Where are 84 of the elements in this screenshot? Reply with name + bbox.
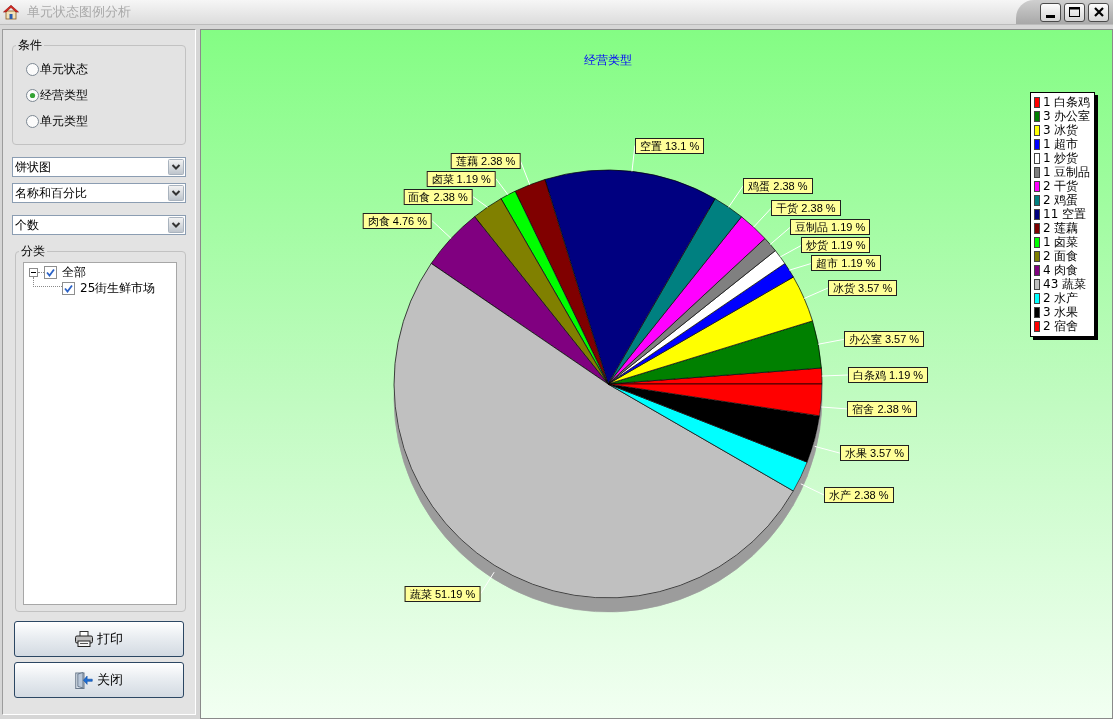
chevron-down-icon[interactable] (168, 159, 184, 175)
radio-option[interactable]: 单元状态 (26, 59, 88, 79)
data-label: 面食 2.38 % (403, 188, 473, 205)
maximize-icon (1069, 7, 1080, 17)
leader-line (779, 245, 802, 258)
print-button[interactable]: 打印 (14, 621, 184, 657)
legend-label: 2 面食 (1043, 249, 1079, 263)
leader-line (631, 145, 636, 172)
collapse-icon[interactable] (29, 267, 38, 277)
legend-label: 2 水产 (1043, 291, 1079, 305)
data-label: 白条鸡 1.19 % (847, 367, 929, 383)
leader-line (769, 227, 791, 245)
leader-line (814, 445, 841, 454)
leader-line (803, 287, 829, 299)
data-label: 办公室 3.57 % (843, 331, 925, 348)
radio-icon[interactable] (26, 88, 39, 102)
legend-label: 1 卤菜 (1043, 235, 1079, 249)
data-label: 卤菜 1.19 % (426, 170, 496, 187)
radio-icon[interactable] (26, 62, 39, 76)
data-label: 空置 13.1 % (634, 137, 705, 154)
data-label: 豆制品 1.19 % (789, 219, 871, 236)
leader-line (817, 338, 845, 345)
data-label: 莲藕 2.38 % (451, 152, 521, 169)
checkbox[interactable] (44, 265, 57, 279)
legend-label: 3 水果 (1043, 305, 1079, 319)
leader-line (788, 263, 812, 271)
close-icon (1093, 7, 1104, 17)
legend-label: 1 豆制品 (1043, 165, 1091, 179)
window-close-button[interactable] (1088, 2, 1109, 22)
close-button[interactable]: 关闭 (14, 662, 184, 698)
minimize-button[interactable] (1040, 2, 1061, 22)
radio-option[interactable]: 单元类型 (26, 111, 88, 131)
window-title: 单元状态图例分析 (27, 3, 131, 21)
legend-label: 11 空置 (1043, 207, 1087, 221)
maximize-button[interactable] (1064, 2, 1085, 22)
legend-label: 2 干货 (1043, 179, 1079, 193)
leader-line (495, 178, 509, 196)
data-label: 超市 1.19 % (811, 255, 881, 272)
legend-label: 4 肉食 (1043, 263, 1079, 277)
radio-option[interactable]: 经营类型 (26, 85, 88, 105)
data-label: 冰货 3.57 % (828, 280, 898, 297)
dropdown[interactable]: 名称和百分比 (12, 183, 186, 203)
checkbox[interactable] (62, 281, 75, 295)
legend-label: 3 冰货 (1043, 123, 1079, 137)
leader-line (753, 207, 772, 228)
tree-label[interactable]: 全部 (62, 263, 86, 281)
data-label: 肉食 4.76 % (362, 212, 433, 229)
legend-label: 1 炒货 (1043, 151, 1079, 165)
leader-line (800, 483, 825, 496)
printer-icon (75, 631, 93, 647)
data-label: 干货 2.38 % (771, 200, 841, 217)
leader-line (820, 406, 848, 410)
legend-label: 2 宿舍 (1043, 319, 1079, 333)
data-label: 鸡蛋 2.38 % (743, 177, 813, 194)
dropdown[interactable]: 饼状图 (12, 157, 186, 177)
legend-label: 2 鸡蛋 (1043, 193, 1079, 207)
legend-label: 1 白条鸡 (1043, 95, 1091, 109)
data-label: 炒货 1.19 % (801, 237, 871, 254)
house-icon (3, 4, 19, 20)
leader-line (431, 220, 452, 239)
tree-label[interactable]: 25街生鲜市场 (80, 279, 156, 297)
data-label: 蔬菜 51.19 % (404, 586, 481, 603)
legend-label: 3 办公室 (1043, 109, 1091, 123)
chart-title: 经营类型 (584, 52, 632, 69)
tree-line (38, 271, 44, 273)
chevron-down-icon[interactable] (168, 217, 184, 233)
data-label: 宿舍 2.38 % (847, 400, 917, 417)
legend-label: 2 莲藕 (1043, 221, 1079, 235)
leader-line (479, 571, 495, 595)
legend-label: 43 蔬菜 (1043, 277, 1087, 291)
minimize-icon (1046, 14, 1055, 18)
data-label: 水产 2.38 % (824, 487, 894, 504)
leader-line (519, 160, 531, 186)
radio-icon[interactable] (26, 114, 39, 128)
dropdown[interactable]: 个数 (12, 215, 186, 235)
group-title: 分类 (20, 244, 46, 259)
door-arrow-icon (75, 671, 93, 689)
group-title: 条件 (17, 38, 43, 53)
legend-label: 1 超市 (1043, 137, 1079, 151)
chevron-down-icon[interactable] (168, 185, 184, 201)
leader-line (821, 374, 849, 377)
leader-line (728, 185, 744, 208)
leader-line (472, 196, 488, 208)
data-label: 水果 3.57 % (839, 445, 910, 462)
